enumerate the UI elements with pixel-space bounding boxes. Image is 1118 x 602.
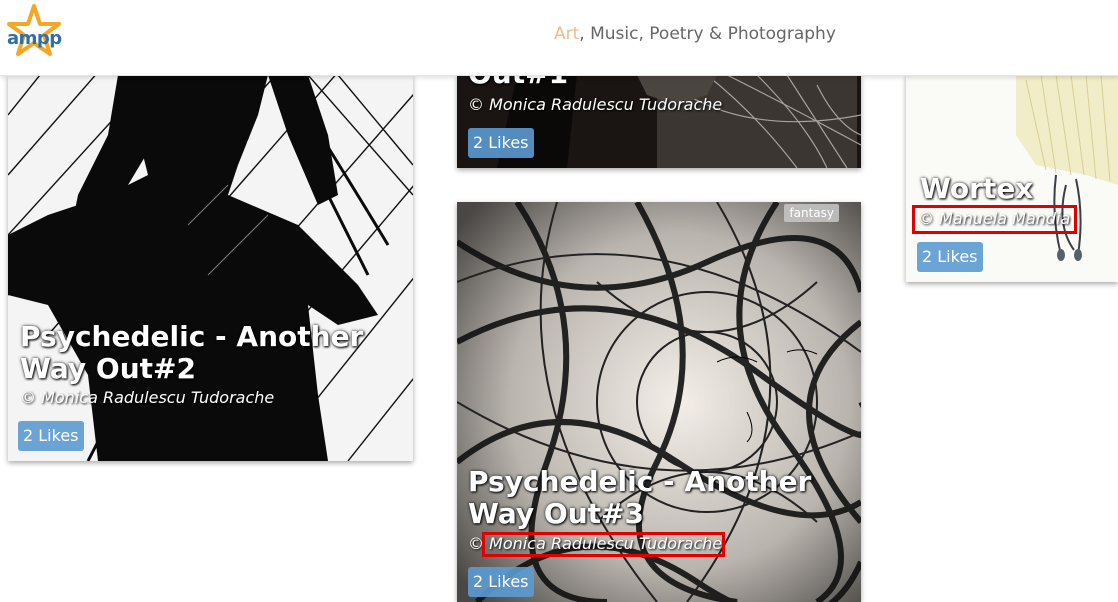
- nav-art-link[interactable]: Art: [554, 24, 579, 44]
- artwork-title[interactable]: Psychedelic - Another Way Out#3: [468, 466, 853, 530]
- artwork-title-fragment[interactable]: Out#1: [468, 75, 568, 90]
- likes-button[interactable]: 2 Likes: [468, 567, 534, 597]
- logo-text: ampp: [7, 28, 62, 49]
- nav-rest-links[interactable]: Music, Poetry & Photography: [585, 24, 836, 44]
- artwork-title[interactable]: Psychedelic - Another Way Out#2: [20, 321, 405, 385]
- artwork-author: © Monica Radulescu Tudorache: [468, 95, 723, 114]
- likes-button[interactable]: 2 Likes: [18, 421, 84, 451]
- likes-button[interactable]: 2 Likes: [468, 128, 534, 158]
- artwork-card-1[interactable]: Psychedelic - Another Way Out#2 © Monica…: [8, 75, 413, 461]
- likes-button[interactable]: 2 Likes: [917, 242, 983, 272]
- artwork-author: © Monica Radulescu Tudorache: [20, 388, 275, 407]
- category-tag[interactable]: fantasy: [784, 204, 839, 222]
- artwork-title[interactable]: Wortex: [920, 173, 1033, 205]
- artwork-card-2[interactable]: Out#1 © Monica Radulescu Tudorache 2 Lik…: [457, 75, 861, 168]
- site-logo[interactable]: ampp: [2, 4, 62, 64]
- site-nav: Art, Music, Poetry & Photography: [554, 24, 836, 44]
- artwork-card-4[interactable]: Wortex © Manuela Mandia 2 Likes: [906, 75, 1118, 282]
- author-highlight-box: [912, 205, 1077, 234]
- site-header: ampp Art, Music, Poetry & Photography: [0, 0, 1118, 76]
- author-highlight-box: [482, 532, 725, 557]
